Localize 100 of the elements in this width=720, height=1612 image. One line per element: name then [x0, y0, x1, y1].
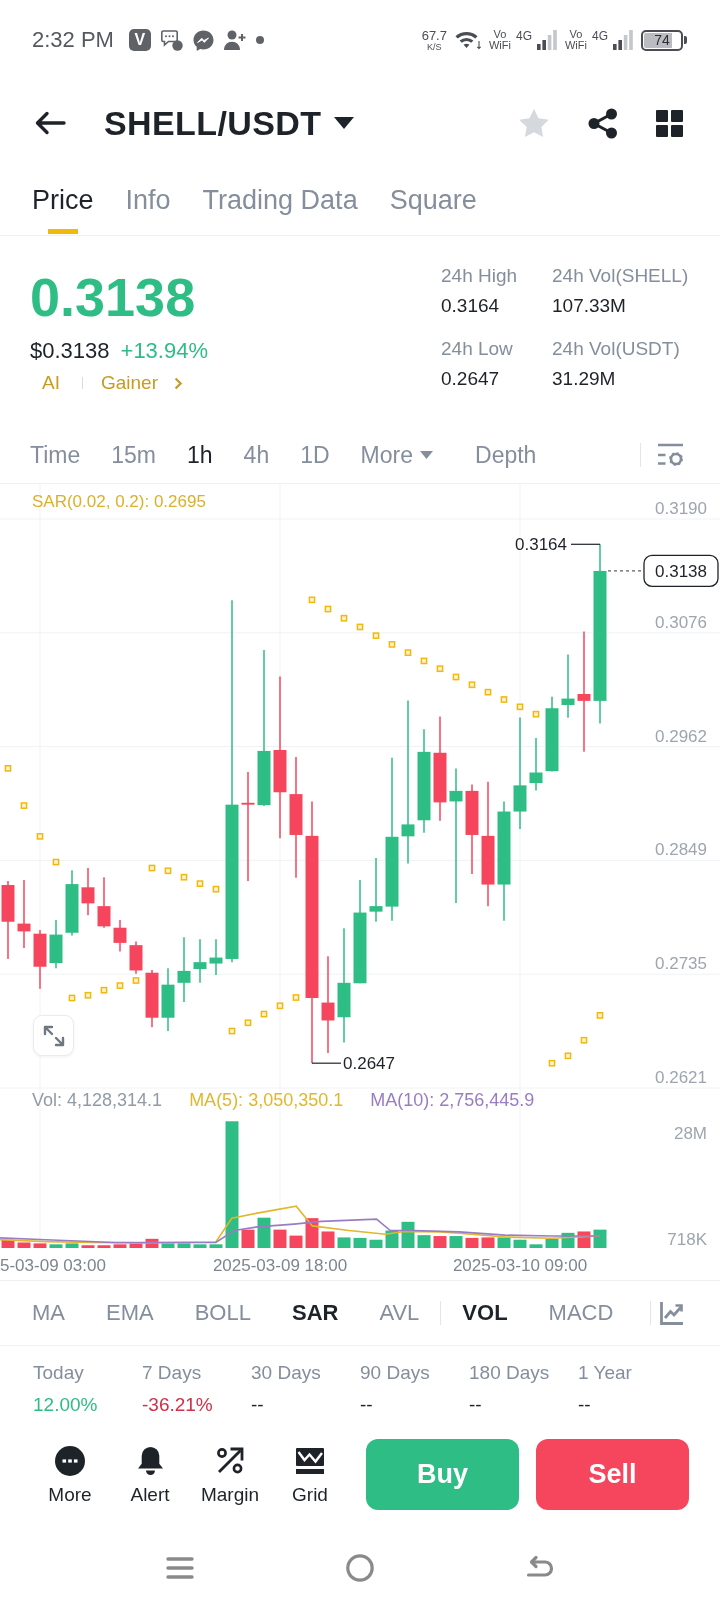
- chevron-icon[interactable]: [174, 376, 183, 390]
- depth-tab[interactable]: Depth: [475, 439, 537, 470]
- sar-legend: SAR(0.02, 0.2): 0.2695: [32, 492, 206, 511]
- tag-link[interactable]: AI: [42, 370, 60, 396]
- indicator-tab[interactable]: AVL: [379, 1300, 420, 1326]
- volume-bar: [433, 1236, 447, 1248]
- candlestick: [193, 938, 207, 984]
- star-icon[interactable]: [518, 107, 550, 139]
- volume-bar: [369, 1239, 383, 1248]
- volume-bar: [481, 1237, 495, 1248]
- expand-button[interactable]: [33, 1015, 74, 1056]
- volume-axis-label: 718K: [667, 1230, 707, 1249]
- chart-icon[interactable]: [660, 1301, 683, 1325]
- price-change: +13.94%: [120, 337, 208, 365]
- tab[interactable]: Price: [32, 166, 94, 235]
- leader-line: [570, 543, 601, 545]
- candlestick: [113, 919, 127, 953]
- add-person-icon: [223, 30, 246, 50]
- candlestick: [177, 936, 191, 1003]
- alert-button[interactable]: Alert: [110, 1424, 190, 1506]
- time-axis-label: 5-03-09 03:00: [0, 1256, 106, 1275]
- caret-icon: [420, 450, 433, 459]
- indicator-tab[interactable]: MACD: [548, 1300, 614, 1326]
- interval-tab[interactable]: 4h: [243, 439, 270, 470]
- interval-tab[interactable]: 1D: [300, 439, 330, 470]
- volume-bar: [289, 1235, 303, 1248]
- period-label: 7 Days: [142, 1361, 202, 1385]
- indicator-tab[interactable]: VOL: [462, 1300, 508, 1326]
- volume-bar: [337, 1237, 351, 1248]
- candlestick: [81, 867, 95, 917]
- candlestick: [369, 857, 383, 923]
- app-icon: V: [128, 29, 151, 51]
- share-icon[interactable]: [588, 107, 618, 139]
- vowifi-label: Vo WiFi: [565, 29, 587, 51]
- indicator-tab[interactable]: MA: [32, 1300, 65, 1326]
- candlestick: [129, 940, 143, 975]
- low-price-label: 0.2647: [343, 1054, 395, 1074]
- price-axis-label: 0.2735: [655, 954, 707, 974]
- candlestick: [561, 653, 575, 719]
- usd-price: $0.3138: [30, 337, 110, 365]
- volume-bar: [529, 1244, 543, 1248]
- period-label: 30 Days: [251, 1361, 321, 1385]
- tab[interactable]: Square: [389, 166, 477, 235]
- period-change: --: [251, 1393, 264, 1417]
- period-change: --: [578, 1393, 591, 1417]
- volume-legend: MA(5): 3,050,350.1: [189, 1089, 344, 1111]
- stat-label: 24h High: [441, 264, 519, 288]
- stat-value: 0.3164: [441, 294, 501, 318]
- volume-bar: [161, 1243, 175, 1248]
- indicator-tab[interactable]: EMA: [106, 1300, 154, 1326]
- interval-tab[interactable]: 1h: [187, 439, 213, 470]
- chart-settings-icon[interactable]: [658, 443, 683, 466]
- period-change: --: [360, 1393, 373, 1417]
- buy-button[interactable]: Buy: [366, 1439, 519, 1510]
- home-icon[interactable]: [346, 1554, 374, 1582]
- volume-bar: [97, 1245, 111, 1248]
- signal-icon: [613, 30, 633, 50]
- leader-line: [311, 1062, 342, 1064]
- chat-icon: [160, 29, 183, 51]
- volume-legend: Vol: 4,128,314.1: [32, 1089, 163, 1111]
- pair-selector[interactable]: SHELL/USDT: [104, 103, 355, 143]
- interval-tab[interactable]: Time: [30, 439, 81, 470]
- time-axis-label: 2025-03-10 09:00: [452, 1256, 588, 1275]
- back-arrow-icon[interactable]: [34, 111, 66, 135]
- interval-tab[interactable]: 15m: [111, 439, 156, 470]
- volume-bar: [65, 1243, 79, 1248]
- zigzag-chart-icon: [296, 1448, 324, 1474]
- volume-bar: [209, 1244, 223, 1248]
- volume-bar: [81, 1245, 95, 1248]
- price-axis-label: 0.3190: [655, 499, 707, 518]
- more-button[interactable]: More: [30, 1424, 110, 1506]
- volume-bar: [321, 1231, 335, 1248]
- tab[interactable]: Trading Data: [202, 166, 358, 235]
- candlestick: [145, 969, 159, 1029]
- indicator-tab[interactable]: SAR: [291, 1300, 339, 1326]
- candlestick: [209, 938, 223, 976]
- candlestick: [65, 869, 79, 937]
- volume-bar: [177, 1243, 191, 1248]
- indicator-tab[interactable]: BOLL: [194, 1300, 251, 1326]
- grid-button[interactable]: Grid: [270, 1424, 350, 1506]
- grid-icon[interactable]: [656, 109, 683, 137]
- volume-bar: [17, 1242, 31, 1248]
- margin-button[interactable]: Margin: [190, 1424, 270, 1506]
- candlestick: [33, 929, 47, 990]
- stat-value: 31.29M: [552, 367, 617, 391]
- tag-link[interactable]: Gainer: [100, 370, 158, 396]
- period-label: 1 Year: [578, 1361, 632, 1385]
- more-dropdown[interactable]: More: [360, 439, 433, 470]
- price-axis-label: 0.2849: [655, 840, 707, 860]
- stat-value: 0.2647: [441, 367, 501, 391]
- sell-button[interactable]: Sell: [536, 1439, 689, 1510]
- volume-bar: [449, 1236, 463, 1248]
- tab[interactable]: Info: [125, 166, 171, 235]
- high-price-label: 0.3164: [515, 535, 567, 555]
- volume-bar: [257, 1217, 271, 1248]
- volume-legend: MA(10): 2,756,445.9: [370, 1089, 535, 1111]
- menu-icon[interactable]: [166, 1556, 194, 1580]
- volume-axis-label: 28M: [673, 1124, 707, 1143]
- more-icon: [55, 1446, 85, 1476]
- volume-bar: [113, 1244, 127, 1248]
